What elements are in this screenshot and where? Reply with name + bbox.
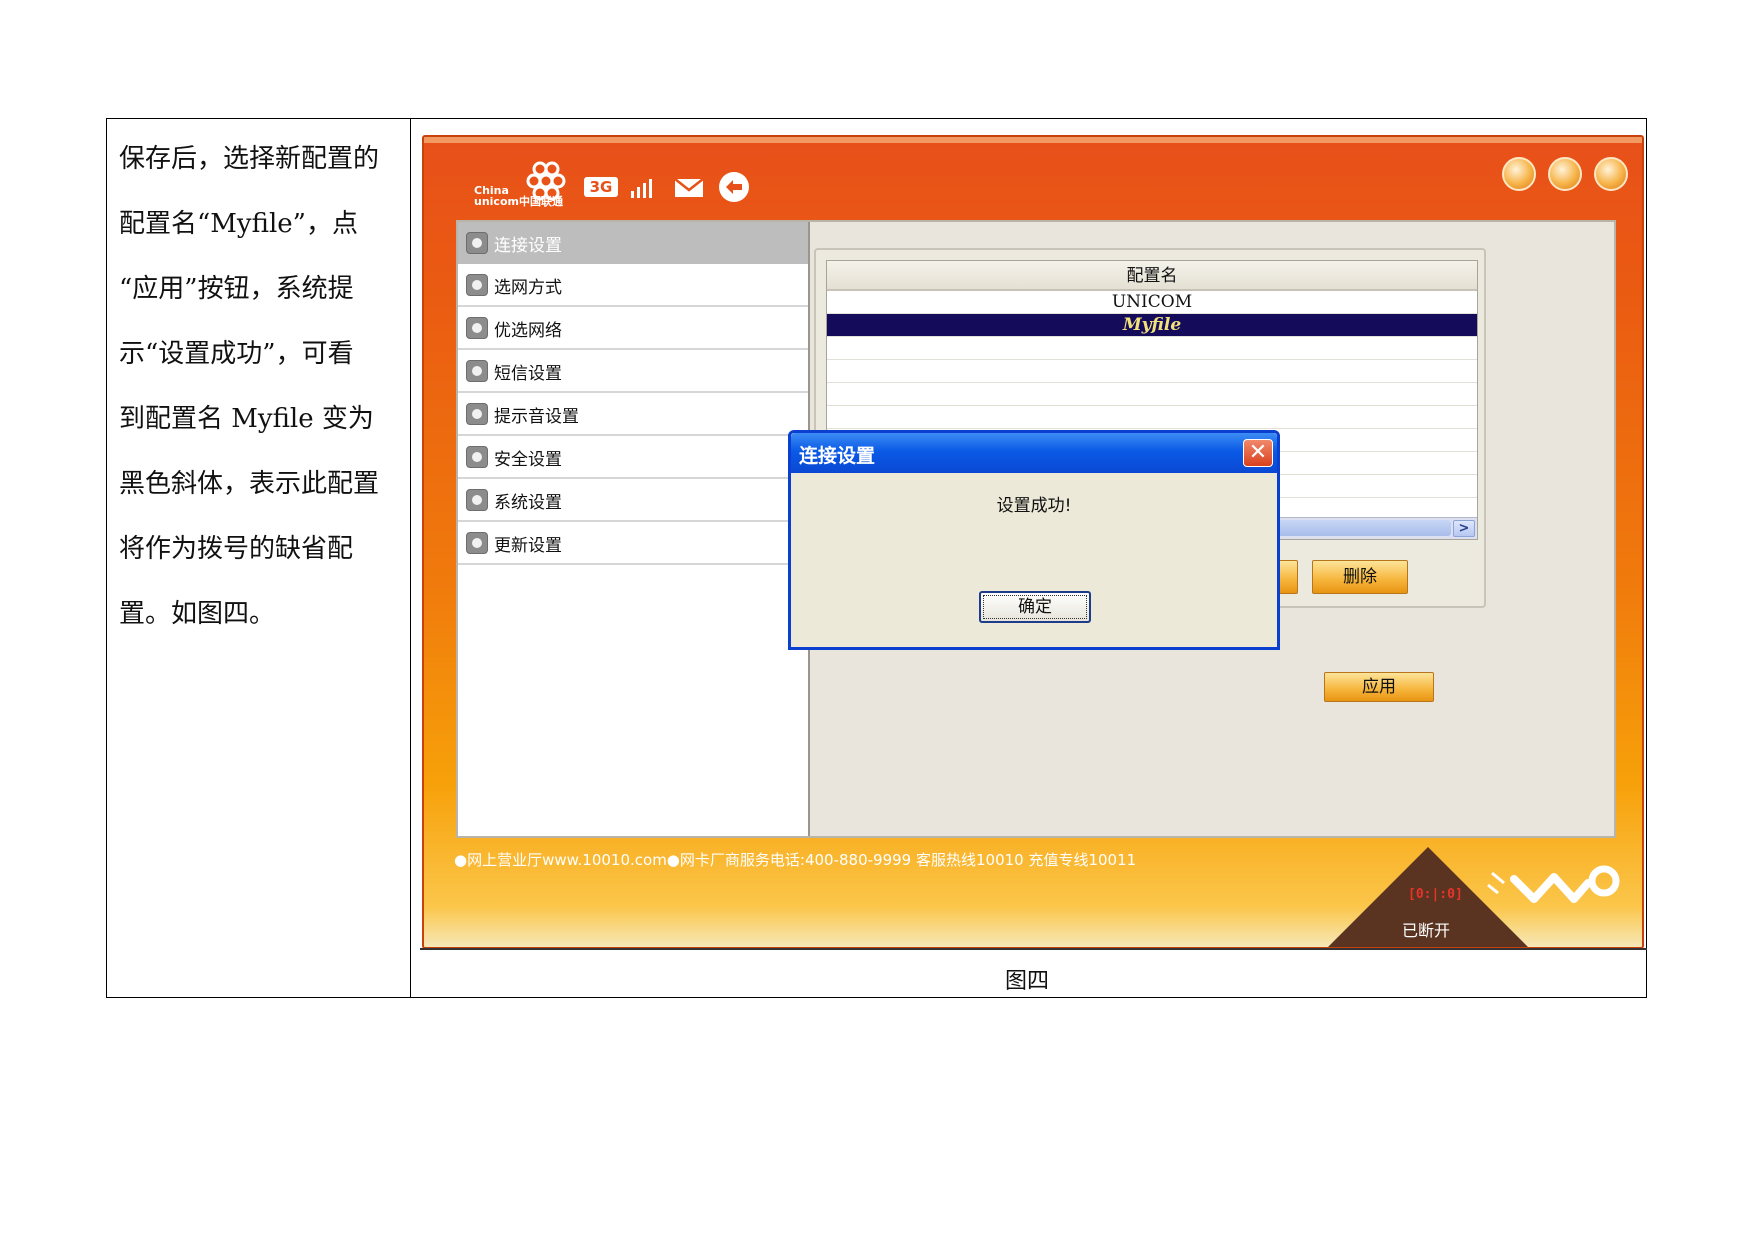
close-icon[interactable] (1594, 157, 1628, 191)
dialog-title: 连接设置 (799, 445, 876, 467)
scroll-right-icon[interactable]: > (1453, 520, 1475, 537)
sidebar-item-preferred-network[interactable]: 优选网络 (458, 308, 808, 350)
instruction-line: 保存后，选择新配置的 (119, 144, 380, 174)
restore-icon[interactable] (1548, 157, 1582, 191)
empty-row (827, 337, 1477, 360)
apply-button[interactable]: 应用 (1324, 672, 1434, 702)
figure-bottom-rule (420, 948, 1647, 950)
empty-row (827, 360, 1477, 383)
sidebar-item-label: 更新设置 (494, 535, 562, 556)
instruction-line: 将作为拨号的缺省配 (119, 534, 354, 564)
sidebar-item-label: 安全设置 (494, 449, 562, 470)
wrench-icon (466, 489, 488, 511)
window-topline (424, 137, 1642, 143)
logo-text-line2: unicom中国联通 (474, 195, 563, 208)
instruction-line: 黑色斜体，表示此配置 (119, 469, 380, 499)
preferred-network-icon (466, 317, 488, 339)
profile-row-selected[interactable]: Myfile (827, 314, 1477, 337)
profile-list-header: 配置名 (827, 261, 1477, 291)
mail-icon[interactable] (674, 177, 704, 199)
sidebar-item-connection[interactable]: 连接设置 (458, 222, 808, 264)
sidebar-item-security[interactable]: 安全设置 (458, 437, 808, 479)
sidebar-item-label: 优选网络 (494, 320, 562, 341)
instruction-line: 示“设置成功”，可看 (119, 339, 354, 369)
update-icon (466, 532, 488, 554)
lock-icon (466, 446, 488, 468)
sidebar-item-sms[interactable]: 短信设置 (458, 351, 808, 393)
dialog-message: 设置成功! (996, 496, 1072, 516)
minimize-icon[interactable] (1502, 157, 1536, 191)
sidebar-item-label: 提示音设置 (494, 406, 579, 427)
back-arrow-icon[interactable] (718, 171, 750, 203)
sound-icon (466, 403, 488, 425)
sidebar-item-network-mode[interactable]: 选网方式 (458, 265, 808, 307)
network-3g-badge: 3G (584, 177, 618, 197)
instruction-line: 置。如图四。 (119, 599, 276, 629)
connection-status: 已断开 (1402, 921, 1451, 940)
sidebar-item-update[interactable]: 更新设置 (458, 523, 808, 565)
instruction-line: 到配置名 Myfile 变为 (119, 404, 374, 434)
profile-row[interactable]: UNICOM (827, 291, 1477, 314)
sidebar-item-sound[interactable]: 提示音设置 (458, 394, 808, 436)
wo-brand-logo-icon (1487, 865, 1620, 903)
signal-bars-icon (631, 179, 652, 198)
sidebar-item-label: 选网方式 (494, 277, 562, 298)
settings-sidebar: 连接设置 选网方式 优选网络 短信设置 提示音设置 安全设置 系统设置 更新设置 (458, 222, 810, 836)
sidebar-item-label: 系统设置 (494, 492, 562, 513)
instruction-line: “应用”按钮，系统提 (119, 274, 354, 304)
logo-text: China unicom中国联通 (474, 185, 563, 207)
empty-row (827, 406, 1477, 429)
empty-row (827, 383, 1477, 406)
success-dialog: 连接设置 ✕ 设置成功! 确定 (788, 430, 1280, 650)
dialog-titlebar[interactable]: 连接设置 ✕ (791, 433, 1277, 473)
ok-button[interactable]: 确定 (979, 591, 1091, 623)
dialog-close-icon[interactable]: ✕ (1243, 439, 1273, 467)
instruction-text: 保存后，选择新配置的 配置名“Myfile”，点 “应用”按钮，系统提 示“设置… (119, 127, 399, 647)
disconnected-icon[interactable]: [0:|:0] (1408, 887, 1463, 902)
table-divider (410, 119, 411, 997)
figure-caption: 图四 (1005, 969, 1050, 994)
connection-icon (466, 232, 488, 254)
delete-button[interactable]: 删除 (1312, 560, 1408, 594)
service-info: ●网上营业厅www.10010.com●网卡厂商服务电话:400-880-999… (454, 851, 1137, 869)
sidebar-item-label: 短信设置 (494, 363, 562, 384)
sidebar-item-system[interactable]: 系统设置 (458, 480, 808, 522)
network-mode-icon (466, 274, 488, 296)
instruction-line: 配置名“Myfile”，点 (119, 209, 358, 239)
sms-icon (466, 360, 488, 382)
sidebar-item-label: 连接设置 (494, 235, 562, 256)
